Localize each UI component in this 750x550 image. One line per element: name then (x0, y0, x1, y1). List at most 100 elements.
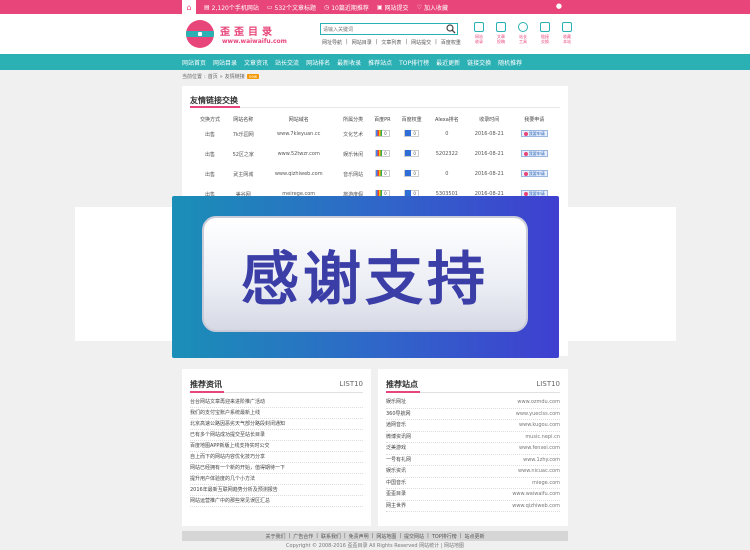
hotword[interactable]: 网址导航 (322, 39, 342, 46)
footer-link[interactable]: 广告合作 (293, 533, 313, 540)
site-item[interactable]: 泛美游戏 www.fenxei.com (386, 443, 560, 455)
hotword[interactable]: 文章列表 (381, 39, 401, 46)
nav-item[interactable]: 推荐站点 (368, 58, 392, 67)
search-input[interactable] (323, 25, 441, 34)
footer-links: 关于我们 | 广告合作 | 联系我们 | 免责声明 | 网站地图 | 提交网站 | TOP排… (182, 531, 568, 541)
apply-button[interactable]: 我要申请 (520, 130, 548, 138)
cell-domain[interactable]: www.52twzr.com (260, 144, 337, 164)
hotword[interactable]: 网站提交 (411, 39, 431, 46)
table-header-row: 交换方式 网站名称 网站域名 所属分类 百度PR 百度权重 Alexa排名 收录… (194, 114, 556, 124)
site-item[interactable]: 中国音乐 miege.com (386, 478, 560, 489)
thanks-popup[interactable]: 感谢支持 (172, 196, 559, 358)
header-link-exchange[interactable]: 链接 交换 (536, 22, 554, 44)
cell-mode: 出售 (205, 171, 216, 178)
cell-name[interactable]: 52区之家 (226, 144, 260, 164)
site-item[interactable]: 网主世界 www.qizhiweb.com (386, 501, 560, 512)
news-item[interactable]: 我们的支付宝账户系统最新上线 (190, 408, 363, 419)
news-item[interactable]: 百度地图APP新版上线支持实时公交 (190, 441, 363, 452)
site-item[interactable]: 娱乐资讯 www.nicuac.com (386, 466, 560, 478)
footer-link[interactable]: 关于我们 (266, 533, 286, 540)
breadcrumb-item[interactable]: 首页 (208, 73, 218, 80)
nav-item[interactable]: 文章资讯 (244, 58, 268, 67)
cell-name[interactable]: 武主网城 (226, 164, 260, 184)
nav-item[interactable]: 网站目录 (213, 58, 237, 67)
footer-link[interactable]: 提交网站 (404, 533, 424, 540)
col-header: 百度权重 (401, 116, 422, 123)
nav-item[interactable]: 随机推荐 (498, 58, 522, 67)
cell-date: 2016-08-21 (474, 131, 504, 137)
nav-item[interactable]: 链接交换 (467, 58, 491, 67)
hotword[interactable]: 网站目录 (352, 39, 372, 46)
news-item[interactable]: 网站运营推广中的那些常见误区汇总 (190, 496, 363, 507)
col-header: 百度PR (374, 116, 391, 123)
news-item[interactable]: 北京高速公路因恶劣天气部分路段封闭通知 (190, 419, 363, 430)
topbar-link-submit[interactable]: ▣ 网站提交 (377, 3, 409, 12)
site-item[interactable]: 一号有礼网 www.1zhy.com (386, 455, 560, 466)
cell-date: 2016-08-21 (474, 171, 504, 177)
top-bar: ⌂ ▤ 2,120个手机网站 ▭ 532个文章标题 ◷ 10篇近期推荐 ▣ 网站提交 ♡… (0, 0, 750, 14)
header-link-bookmark[interactable]: 收藏 本站 (558, 22, 576, 44)
news-item[interactable]: 2016年最新互联网趋势分析及预测报告 (190, 485, 363, 496)
hot-keywords: 网址导航 | 网站目录 | 文章列表 | 网站提交 | 百度权重 (322, 39, 461, 46)
nav-item[interactable]: 最近更新 (436, 58, 460, 67)
nav-item[interactable]: 站长交流 (275, 58, 299, 67)
breadcrumb-item[interactable]: 友情链接 (225, 73, 245, 80)
site-item[interactable]: 歪歪目录 www.waiwaifu.com (386, 489, 560, 501)
baidu-rank-badge: 0 (404, 129, 419, 137)
apply-button[interactable]: 我要申请 (520, 150, 548, 158)
pen-icon (540, 22, 550, 32)
article-icon (496, 22, 506, 32)
header-link-sites[interactable]: 网站 收录 (470, 22, 488, 44)
box-tag: LIST10 (536, 380, 560, 388)
topbar-link-recent[interactable]: ◷ 10篇近期推荐 (324, 3, 369, 12)
hotword[interactable]: 百度权重 (441, 39, 461, 46)
topbar-link-favorite[interactable]: ♡ 加入收藏 (417, 3, 448, 12)
site-item[interactable]: 逍网音乐 www.kugou.com (386, 420, 560, 432)
news-item[interactable]: 网站已经拥有一个新的开始，值得期待一下 (190, 463, 363, 474)
apply-button[interactable]: 我要申请 (520, 170, 548, 178)
cell-domain[interactable]: www.qizhiweb.com (260, 164, 337, 184)
footer-link[interactable]: TOP排行榜 (432, 533, 457, 540)
news-item[interactable]: 提升用户体验度的几个小方法 (190, 474, 363, 485)
col-header: 交换方式 (200, 116, 221, 123)
main-nav: 网站首页 网站目录 文章资讯 站长交流 网站排名 最新收录 推荐站点 TOP排行… (0, 54, 750, 70)
desktop-icon: ▣ (376, 3, 383, 11)
table-row: 出售 52区之家 www.52twzr.com 娱乐休闲 0 0 5202322… (194, 144, 556, 164)
thanks-button[interactable]: 感谢支持 (202, 216, 528, 332)
cell-name[interactable]: 7k乐园网 (226, 124, 260, 144)
footer-link[interactable]: 联系我们 (321, 533, 341, 540)
news-list: 台台网站文章再迎来进阶推广活动 我们的支付宝账户系统最新上线 北京高速公路因恶劣… (190, 397, 363, 507)
home-icon[interactable]: ⌂ (182, 0, 196, 14)
footer-link[interactable]: 网站地图 (376, 533, 396, 540)
box-tag: LIST10 (339, 380, 363, 388)
nav-item[interactable]: 最新收录 (337, 58, 361, 67)
cell-domain[interactable]: www.7kleyuan.cc (260, 124, 337, 144)
logo-mark[interactable] (186, 20, 214, 48)
news-item[interactable]: 已有多个网站成功提交至站长目录 (190, 430, 363, 441)
breadcrumb-item: 当前位置 (182, 74, 203, 80)
nav-item[interactable]: 网站排名 (306, 58, 330, 67)
logo-text[interactable]: 歪歪目录 (220, 23, 276, 38)
nav-item[interactable]: 网站首页 (182, 58, 206, 67)
user-icon[interactable]: ● (556, 2, 562, 10)
site-item[interactable]: 娱乐网址 www.ozmdu.com (386, 397, 560, 409)
footer-link[interactable]: 站点更新 (464, 533, 484, 540)
footer-link[interactable]: 免责声明 (349, 533, 369, 540)
user-face-icon (523, 151, 528, 156)
news-item[interactable]: 台台网站文章再迎来进阶推广活动 (190, 397, 363, 408)
new-badge: new (246, 74, 260, 79)
site-item[interactable]: 360导航网 www.yueclss.com (386, 409, 560, 420)
col-header: 网站名称 (233, 116, 254, 123)
search-icon[interactable] (446, 24, 456, 34)
cell-alexa: 0 (445, 131, 449, 137)
news-item[interactable]: 自上而下的网站内容优化技巧分享 (190, 452, 363, 463)
site-item[interactable]: 微博资讯网 music.nepi.cn (386, 432, 560, 443)
breadcrumb: 当前位置: 首页» 友情链接 new (182, 73, 260, 80)
bulb-icon (518, 22, 528, 32)
header-link-tools[interactable]: 站长 工具 (514, 22, 532, 44)
header-link-articles[interactable]: 文章 投稿 (492, 22, 510, 44)
nav-item[interactable]: TOP排行榜 (399, 58, 429, 67)
link-table: 交换方式 网站名称 网站域名 所属分类 百度PR 百度权重 Alexa排名 收录… (194, 114, 556, 204)
topbar-link-mobile[interactable]: ▤ 2,120个手机网站 (204, 3, 259, 12)
topbar-link-articles[interactable]: ▭ 532个文章标题 (267, 3, 316, 12)
